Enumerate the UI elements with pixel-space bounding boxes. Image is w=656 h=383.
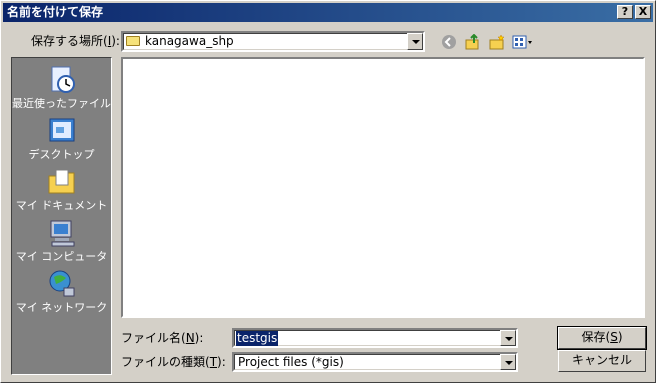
filename-input[interactable]: testgis xyxy=(232,328,518,348)
location-value: kanagawa_shp xyxy=(145,34,234,48)
my-network-icon xyxy=(46,268,78,300)
back-icon[interactable] xyxy=(439,32,459,52)
close-button[interactable]: X xyxy=(635,5,651,19)
save-as-dialog: 名前を付けて保存 ? X 保存する場所(I): kanagawa_shp 最近使… xyxy=(0,0,656,383)
place-my-documents[interactable]: マイ ドキュメント xyxy=(12,166,111,213)
cancel-button[interactable]: キャンセル xyxy=(558,350,646,372)
help-button[interactable]: ? xyxy=(617,5,633,19)
filename-value: testgis xyxy=(236,331,279,346)
place-recent[interactable]: 最近使ったファイル xyxy=(12,64,111,111)
filetype-label: ファイルの種類(T): xyxy=(121,355,226,369)
desktop-icon xyxy=(46,115,78,147)
window-title: 名前を付けて保存 xyxy=(7,5,104,19)
place-my-computer[interactable]: マイ コンピュータ xyxy=(12,217,111,264)
filename-label: ファイル名(N): xyxy=(121,331,204,345)
filetype-select[interactable]: Project files (*gis) xyxy=(232,352,518,372)
filename-dropdown-button[interactable] xyxy=(500,330,516,346)
places-bar: 最近使ったファイル デスクトップ マイ ドキュメント マイ コンピュータ マイ … xyxy=(11,57,112,375)
place-desktop[interactable]: デスクトップ xyxy=(12,115,111,162)
title-bar[interactable]: 名前を付けて保存 ? X xyxy=(3,3,653,22)
up-folder-icon[interactable] xyxy=(463,32,483,52)
filetype-value: Project files (*gis) xyxy=(238,355,344,369)
filetype-dropdown-button[interactable] xyxy=(500,354,516,370)
recent-documents-icon xyxy=(46,64,78,96)
location-dropdown-button[interactable] xyxy=(407,33,423,50)
my-documents-icon xyxy=(46,166,78,198)
folder-icon xyxy=(126,36,140,46)
views-menu-icon[interactable] xyxy=(511,32,535,52)
file-list[interactable] xyxy=(121,57,645,318)
location-label: 保存する場所(I): xyxy=(31,34,120,48)
place-my-network[interactable]: マイ ネットワーク xyxy=(12,268,111,315)
location-combo[interactable]: kanagawa_shp xyxy=(121,31,425,52)
save-button[interactable]: 保存(S) xyxy=(557,326,647,350)
my-computer-icon xyxy=(46,217,78,249)
new-folder-icon[interactable] xyxy=(487,32,507,52)
